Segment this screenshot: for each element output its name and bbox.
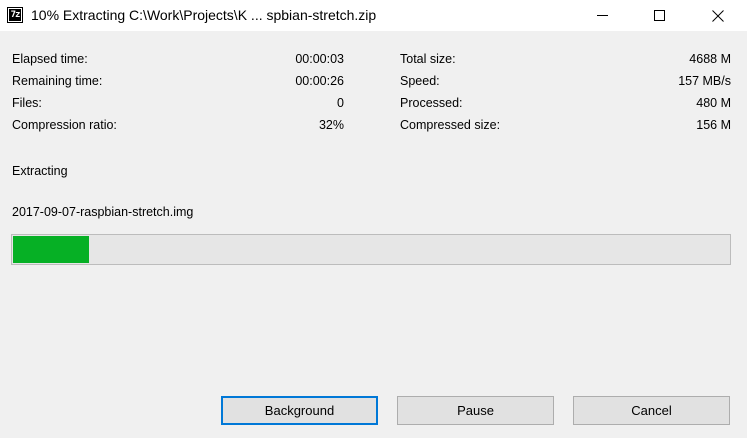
pause-button[interactable]: Pause bbox=[397, 396, 554, 425]
title-bar[interactable]: 7z 10% Extracting C:\Work\Projects\K ...… bbox=[0, 0, 747, 31]
compression-ratio-label: Compression ratio: bbox=[12, 118, 117, 132]
current-file-name: 2017-09-07-raspbian-stretch.img bbox=[12, 205, 194, 219]
processed-value: 480 M bbox=[696, 96, 731, 110]
cancel-button[interactable]: Cancel bbox=[573, 396, 730, 425]
minimize-button[interactable] bbox=[579, 0, 625, 31]
close-button[interactable] bbox=[695, 0, 741, 31]
compression-ratio-value: 32% bbox=[318, 118, 344, 132]
background-button[interactable]: Background bbox=[221, 396, 378, 425]
progress-bar bbox=[11, 234, 731, 265]
app-icon-label: 7z bbox=[8, 8, 22, 22]
progress-bar-fill bbox=[13, 236, 89, 263]
operation-status: Extracting bbox=[12, 164, 68, 178]
window-title: 10% Extracting C:\Work\Projects\K ... sp… bbox=[31, 7, 377, 23]
files-value: 0 bbox=[337, 96, 344, 110]
speed-value: 157 MB/s bbox=[678, 74, 731, 88]
compressed-size-label: Compressed size: bbox=[400, 118, 501, 132]
close-icon bbox=[712, 9, 724, 22]
total-size-label: Total size: bbox=[400, 52, 456, 66]
maximize-button[interactable] bbox=[636, 0, 682, 31]
compressed-size-value: 156 M bbox=[696, 118, 731, 132]
files-label: Files: bbox=[12, 96, 42, 110]
speed-label: Speed: bbox=[400, 74, 440, 88]
elapsed-time-value: 00:00:03 bbox=[295, 52, 344, 66]
processed-label: Processed: bbox=[400, 96, 463, 110]
remaining-time-value: 00:00:26 bbox=[295, 74, 344, 88]
elapsed-time-label: Elapsed time: bbox=[12, 52, 88, 66]
maximize-icon bbox=[653, 10, 665, 21]
7zip-icon: 7z bbox=[7, 7, 23, 23]
remaining-time-label: Remaining time: bbox=[12, 74, 103, 88]
total-size-value: 4688 M bbox=[689, 52, 731, 66]
minimize-icon bbox=[596, 15, 608, 16]
